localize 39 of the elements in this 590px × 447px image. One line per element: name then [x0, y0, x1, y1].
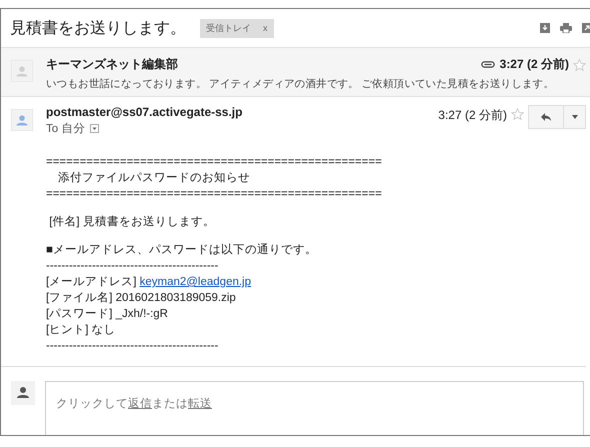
reply-button[interactable] [528, 105, 564, 129]
avatar-icon [11, 381, 35, 405]
download-icon[interactable] [540, 23, 550, 33]
message-time: 3:27 (2 分前) [500, 56, 569, 73]
body-line: [パスワード] _Jxh/!-:gR [46, 307, 168, 322]
email-link[interactable]: keyman2@leadgen.jp [140, 276, 252, 288]
label-chip[interactable]: 受信トレイ x [200, 18, 274, 38]
body-line: --------------------------------------------- [46, 339, 218, 354]
sender-address: postmaster@ss07.activegate-ss.jp [46, 105, 242, 119]
more-button[interactable] [564, 105, 586, 129]
dropdown-icon[interactable] [90, 124, 100, 133]
body-line: --------------------------------------------- [46, 259, 218, 274]
reply-prompt: クリックして返信 または転送 [56, 398, 212, 410]
reply-link[interactable]: 転送 [188, 398, 212, 410]
body-line: ================================================== [46, 155, 382, 170]
body-line: [ファイル名] 2016021803189059.zip [46, 290, 236, 306]
avatar-icon [11, 109, 33, 131]
reply-arrow-icon [540, 112, 552, 122]
body-line: ■メールアドレス、パスワードは以下の通りです。 [46, 242, 317, 258]
body-line: ================================================== [46, 187, 382, 202]
star-icon[interactable] [511, 108, 524, 120]
attachment-icon [480, 61, 495, 68]
body-line: [ヒント] なし [46, 323, 116, 338]
sender-name: キーマンズネット編集部 [46, 56, 178, 73]
reply-box[interactable]: クリックして返信 または転送 [45, 381, 584, 435]
body-line: [件名] 見積書をお送りします。 [48, 214, 215, 230]
body-line: [メールアドレス] keyman2@leadgen.jp [46, 275, 252, 290]
new-window-icon[interactable] [582, 23, 590, 33]
message-time: 3:27 (2 分前) [438, 107, 507, 124]
reply-link[interactable]: 返信 [128, 398, 152, 410]
message-snippet: いつもお世話になっております。 アイティメディアの酒井です。 ご依頼頂いていた見積をお送りします。 [46, 77, 556, 91]
avatar-icon [11, 60, 33, 82]
recipient-label: To 自分 [46, 122, 86, 136]
email-subject: 見積書をお送りします。 [10, 18, 186, 38]
star-icon[interactable] [573, 58, 586, 70]
body-line: 添付ファイルパスワードのお知らせ [57, 170, 250, 186]
caret-icon [572, 115, 578, 119]
remove-label-button[interactable]: x [263, 22, 268, 32]
print-icon[interactable] [560, 23, 572, 33]
